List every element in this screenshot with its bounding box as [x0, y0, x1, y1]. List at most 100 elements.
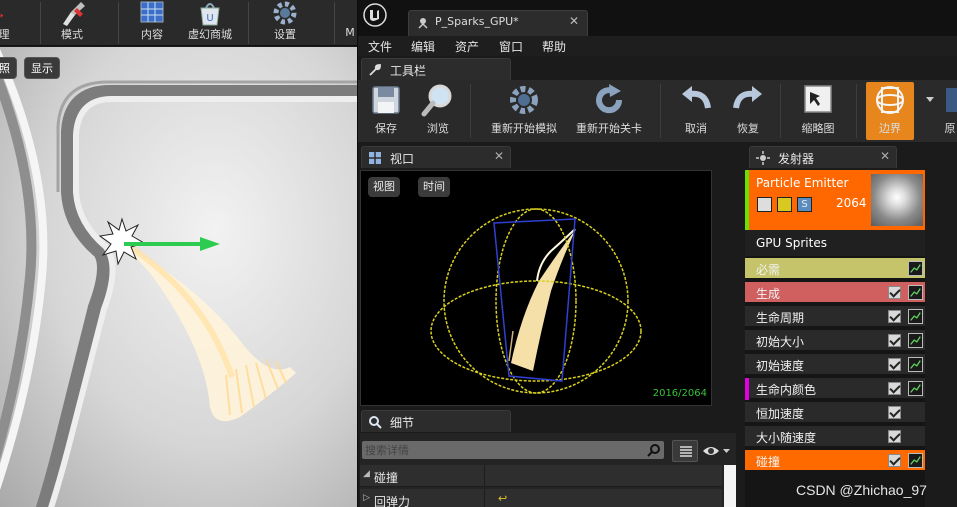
module-enabled-checkbox[interactable] — [888, 358, 901, 371]
menu-window[interactable]: 窗口 — [499, 38, 523, 55]
tab-emitters-label: 发射器 — [778, 152, 815, 166]
browse-label: 浏览 — [427, 122, 449, 135]
toolbar-settings-button[interactable]: 设置 — [256, 0, 314, 46]
toolbar-build-button[interactable]: 理 — [0, 0, 14, 46]
bounds-toggle-button[interactable]: 边界 — [866, 82, 914, 140]
watermark-text: CSDN @Zhichao_97 — [796, 482, 927, 498]
undo-button[interactable]: 取消 — [672, 82, 720, 140]
next-toolbar-button[interactable]: 原 — [942, 82, 957, 140]
undo-arrow-icon — [682, 86, 711, 109]
module-enabled-checkbox[interactable] — [888, 310, 901, 323]
toolbar-separator — [660, 84, 661, 138]
unreal-logo-icon — [363, 3, 387, 27]
viewport-show-button[interactable]: 显示 — [24, 57, 60, 79]
save-button[interactable]: 保存 — [364, 82, 408, 140]
menu-help[interactable]: 帮助 — [542, 38, 566, 55]
details-magnifier-icon — [369, 416, 382, 429]
close-icon[interactable]: ✕ — [494, 149, 504, 163]
redo-label: 恢复 — [737, 122, 759, 135]
restart-simulation-button[interactable]: 重新开始模拟 — [482, 82, 566, 140]
curve-editor-icon[interactable] — [908, 333, 923, 348]
emitter-enabled-checkbox[interactable] — [757, 197, 772, 212]
module-enabled-checkbox[interactable] — [888, 334, 901, 347]
module-enabled-checkbox[interactable] — [888, 382, 901, 395]
emitter-render-mode-icon[interactable] — [777, 197, 792, 212]
brush-icon — [63, 2, 85, 26]
module-row[interactable]: 恒加速度 — [745, 400, 925, 422]
module-row[interactable]: 大小随速度 — [745, 424, 925, 446]
curve-editor-icon[interactable] — [908, 309, 923, 324]
property-matrix-button[interactable] — [672, 440, 698, 462]
module-name: 大小随速度 — [756, 431, 817, 445]
tab-viewport[interactable]: 视口 ✕ — [361, 146, 511, 168]
curve-editor-icon[interactable] — [908, 453, 923, 468]
toolbar-item-label: 理 — [0, 28, 10, 41]
close-icon[interactable]: ✕ — [880, 149, 890, 163]
wrench-icon — [0, 13, 4, 18]
toolbar-item-label: 模式 — [61, 28, 83, 41]
toolbar-separator — [334, 2, 335, 44]
curve-editor-icon[interactable] — [908, 357, 923, 372]
module-name: 生命周期 — [756, 311, 805, 325]
tab-details-label: 细节 — [390, 416, 415, 430]
curve-editor-icon[interactable] — [908, 381, 923, 396]
viewport-lighting-button[interactable]: 照 — [0, 57, 17, 79]
chevron-down-icon — [926, 97, 934, 102]
details-property-restitution[interactable]: ▷ 回弹力 ↩ — [360, 489, 722, 507]
emitter-solo-icon[interactable]: S — [797, 197, 812, 212]
emitter-type-label: GPU Sprites — [756, 236, 827, 250]
menu-edit[interactable]: 编辑 — [411, 38, 435, 55]
redo-button[interactable]: 恢复 — [724, 82, 772, 140]
thumbnail-label: 缩略图 — [801, 122, 835, 135]
particle-preview-viewport[interactable]: 视图 时间 2016/2064 — [360, 170, 712, 406]
marketplace-bag-icon: U — [200, 3, 220, 26]
restart-level-arrow-icon — [596, 84, 623, 114]
window-title-bar: P_Sparks_GPU* ✕ — [358, 0, 957, 36]
module-row[interactable]: 初始大小 — [745, 328, 925, 350]
curve-editor-icon[interactable] — [908, 285, 923, 300]
menu-asset[interactable]: 资产 — [455, 38, 479, 55]
module-row[interactable]: 必需 — [745, 256, 925, 278]
module-row[interactable]: 生命周期 — [745, 304, 925, 326]
toolbar-marketplace-button[interactable]: U 虚幻商城 — [180, 0, 240, 46]
restart-level-button[interactable]: 重新开始关卡 — [568, 82, 650, 140]
module-row[interactable]: 生命内颜色 — [745, 376, 925, 400]
module-row[interactable]: 生成 — [745, 280, 925, 302]
toolbar-content-button[interactable]: 内容 — [124, 0, 180, 46]
module-name: 恒加速度 — [756, 407, 805, 421]
browse-button[interactable]: 浏览 — [414, 82, 462, 140]
thumbnail-button[interactable]: 缩略图 — [790, 82, 846, 140]
toolbar-modes-button[interactable]: 模式 — [46, 0, 98, 46]
curve-editor-icon[interactable] — [908, 261, 923, 276]
toolbar-more-button[interactable]: M — [340, 0, 357, 46]
emitter-header[interactable]: Particle Emitter S 2064 — [745, 170, 925, 230]
curve-reset-icon[interactable]: ↩ — [498, 492, 507, 505]
module-row[interactable]: 初始速度 — [745, 352, 925, 374]
details-scrollbar[interactable] — [724, 465, 736, 507]
bounds-label: 边界 — [879, 122, 901, 135]
details-search-input[interactable] — [365, 441, 645, 459]
module-enabled-checkbox[interactable] — [888, 430, 901, 443]
module-enabled-checkbox[interactable] — [888, 406, 901, 419]
details-search-box[interactable] — [362, 441, 664, 459]
details-category-collision[interactable]: ◢ 碰撞 — [360, 465, 722, 487]
menu-file[interactable]: 文件 — [368, 38, 392, 55]
module-enabled-checkbox[interactable] — [888, 454, 901, 467]
visibility-options-button[interactable] — [702, 442, 732, 460]
close-icon[interactable]: ✕ — [569, 14, 579, 28]
bounds-sphere-icon — [876, 86, 904, 114]
document-tab[interactable]: P_Sparks_GPU* ✕ — [408, 10, 588, 36]
tab-toolbar[interactable]: 工具栏 — [361, 58, 511, 80]
level-viewport[interactable]: 照 显示 — [0, 47, 357, 507]
tab-emitters[interactable]: 发射器 ✕ — [749, 146, 897, 168]
wrench-icon — [369, 63, 382, 76]
viewport-view-button[interactable]: 视图 — [368, 177, 400, 197]
viewport-time-button[interactable]: 时间 — [418, 177, 450, 197]
bounds-options-button[interactable] — [924, 82, 936, 140]
tab-details[interactable]: 细节 — [361, 410, 511, 432]
emitter-type-data-row[interactable]: GPU Sprites — [745, 230, 925, 256]
module-accent-strip — [745, 378, 749, 400]
module-enabled-checkbox[interactable] — [888, 286, 901, 299]
toolbar-item-label: M — [345, 26, 355, 39]
module-row[interactable]: 碰撞 — [745, 448, 925, 470]
